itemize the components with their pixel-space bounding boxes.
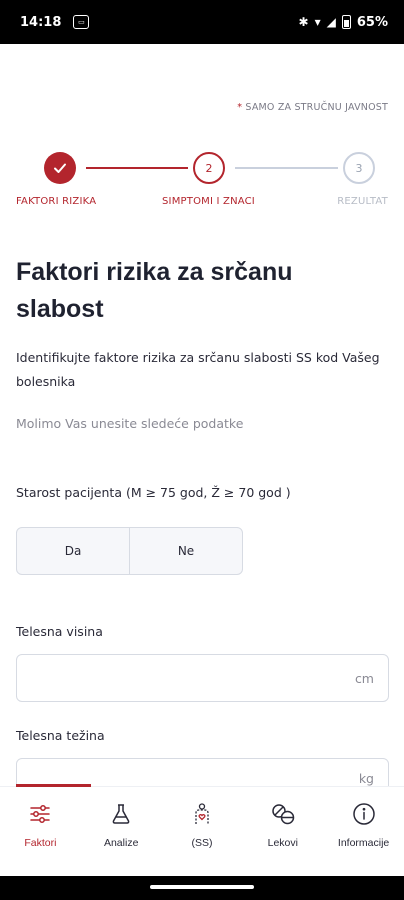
professional-notice: * SAMO ZA STRUČNU JAVNOST bbox=[237, 102, 388, 113]
body-heart-icon bbox=[189, 801, 215, 827]
nav-item-ss[interactable]: (SS) bbox=[162, 787, 243, 876]
age-yes-button[interactable]: Da bbox=[17, 528, 129, 574]
age-toggle: Da Ne bbox=[16, 527, 243, 575]
step-1-complete[interactable] bbox=[44, 152, 76, 184]
height-field[interactable]: cm bbox=[16, 654, 389, 702]
notice-star: * bbox=[237, 102, 243, 113]
home-gesture-handle[interactable] bbox=[150, 885, 254, 889]
weight-label: Telesna težina bbox=[16, 728, 105, 743]
age-question-label: Starost pacijenta (M ≥ 75 god, Ž ≥ 70 go… bbox=[16, 485, 291, 500]
signal-icon: ◢ bbox=[326, 15, 336, 29]
nav-label-analize: Analize bbox=[103, 837, 139, 849]
sliders-icon bbox=[27, 801, 53, 827]
instruction-hint: Molimo Vas unesite sledeće podatke bbox=[16, 416, 244, 431]
system-navigation-bar bbox=[0, 876, 404, 900]
nav-item-analize[interactable]: Analize bbox=[81, 787, 162, 876]
nav-item-faktori[interactable]: Faktori bbox=[0, 787, 81, 876]
main-content: * SAMO ZA STRUČNU JAVNOST 2 3 FAKTORI RI… bbox=[0, 44, 404, 786]
status-bar: 14:18 ▭ ✱ ▾ ◢ 65% bbox=[0, 0, 404, 44]
step-2-number: 2 bbox=[205, 161, 213, 175]
nav-item-informacije[interactable]: Informacije bbox=[323, 787, 404, 876]
height-label: Telesna visina bbox=[16, 624, 103, 639]
progress-stepper: 2 3 FAKTORI RIZIKA SIMPTOMI I ZNACI REZU… bbox=[0, 152, 404, 212]
step-1-label: FAKTORI RIZIKA bbox=[16, 196, 97, 207]
step-3-number: 3 bbox=[355, 161, 363, 175]
height-unit: cm bbox=[354, 670, 374, 686]
wifi-icon: ▾ bbox=[314, 15, 321, 29]
step-3-pending[interactable]: 3 bbox=[343, 152, 375, 184]
battery-icon bbox=[341, 15, 351, 29]
step-connector-2 bbox=[235, 167, 338, 169]
nav-label-lekovi: Lekovi bbox=[267, 837, 298, 849]
step-3-label: REZULTAT bbox=[337, 196, 388, 207]
step-2-current[interactable]: 2 bbox=[193, 152, 225, 184]
bottom-navigation: Faktori Analize (SS) Lekovi Informacije bbox=[0, 784, 404, 876]
active-tab-indicator bbox=[16, 784, 91, 787]
nav-label-informacije: Informacije bbox=[337, 837, 390, 849]
status-indicators: ✱ ▾ ◢ 65% bbox=[299, 15, 388, 30]
info-icon bbox=[351, 801, 377, 827]
weight-unit: kg bbox=[358, 771, 374, 786]
nav-item-lekovi[interactable]: Lekovi bbox=[242, 787, 323, 876]
intro-text: Identifikujte faktore rizika za srčanu s… bbox=[16, 350, 380, 389]
age-no-button[interactable]: Ne bbox=[129, 528, 242, 574]
nav-label-ss: (SS) bbox=[191, 837, 213, 849]
weight-field[interactable]: kg bbox=[16, 758, 389, 786]
check-icon bbox=[54, 163, 66, 173]
status-time: 14:18 bbox=[20, 14, 62, 30]
step-2-label: SIMPTOMI I ZNACI bbox=[162, 196, 255, 207]
pills-icon bbox=[270, 801, 296, 827]
nav-label-faktori: Faktori bbox=[24, 837, 57, 849]
step-connector-1 bbox=[86, 167, 188, 169]
sim-card-icon: ▭ bbox=[73, 15, 90, 29]
page-title: Faktori rizika za srčanu slabost bbox=[16, 258, 293, 323]
bluetooth-icon: ✱ bbox=[298, 15, 309, 29]
battery-percent: 65% bbox=[356, 14, 388, 30]
height-input[interactable] bbox=[31, 670, 355, 686]
flask-icon bbox=[108, 801, 134, 827]
notice-text: SAMO ZA STRUČNU JAVNOST bbox=[245, 102, 388, 113]
